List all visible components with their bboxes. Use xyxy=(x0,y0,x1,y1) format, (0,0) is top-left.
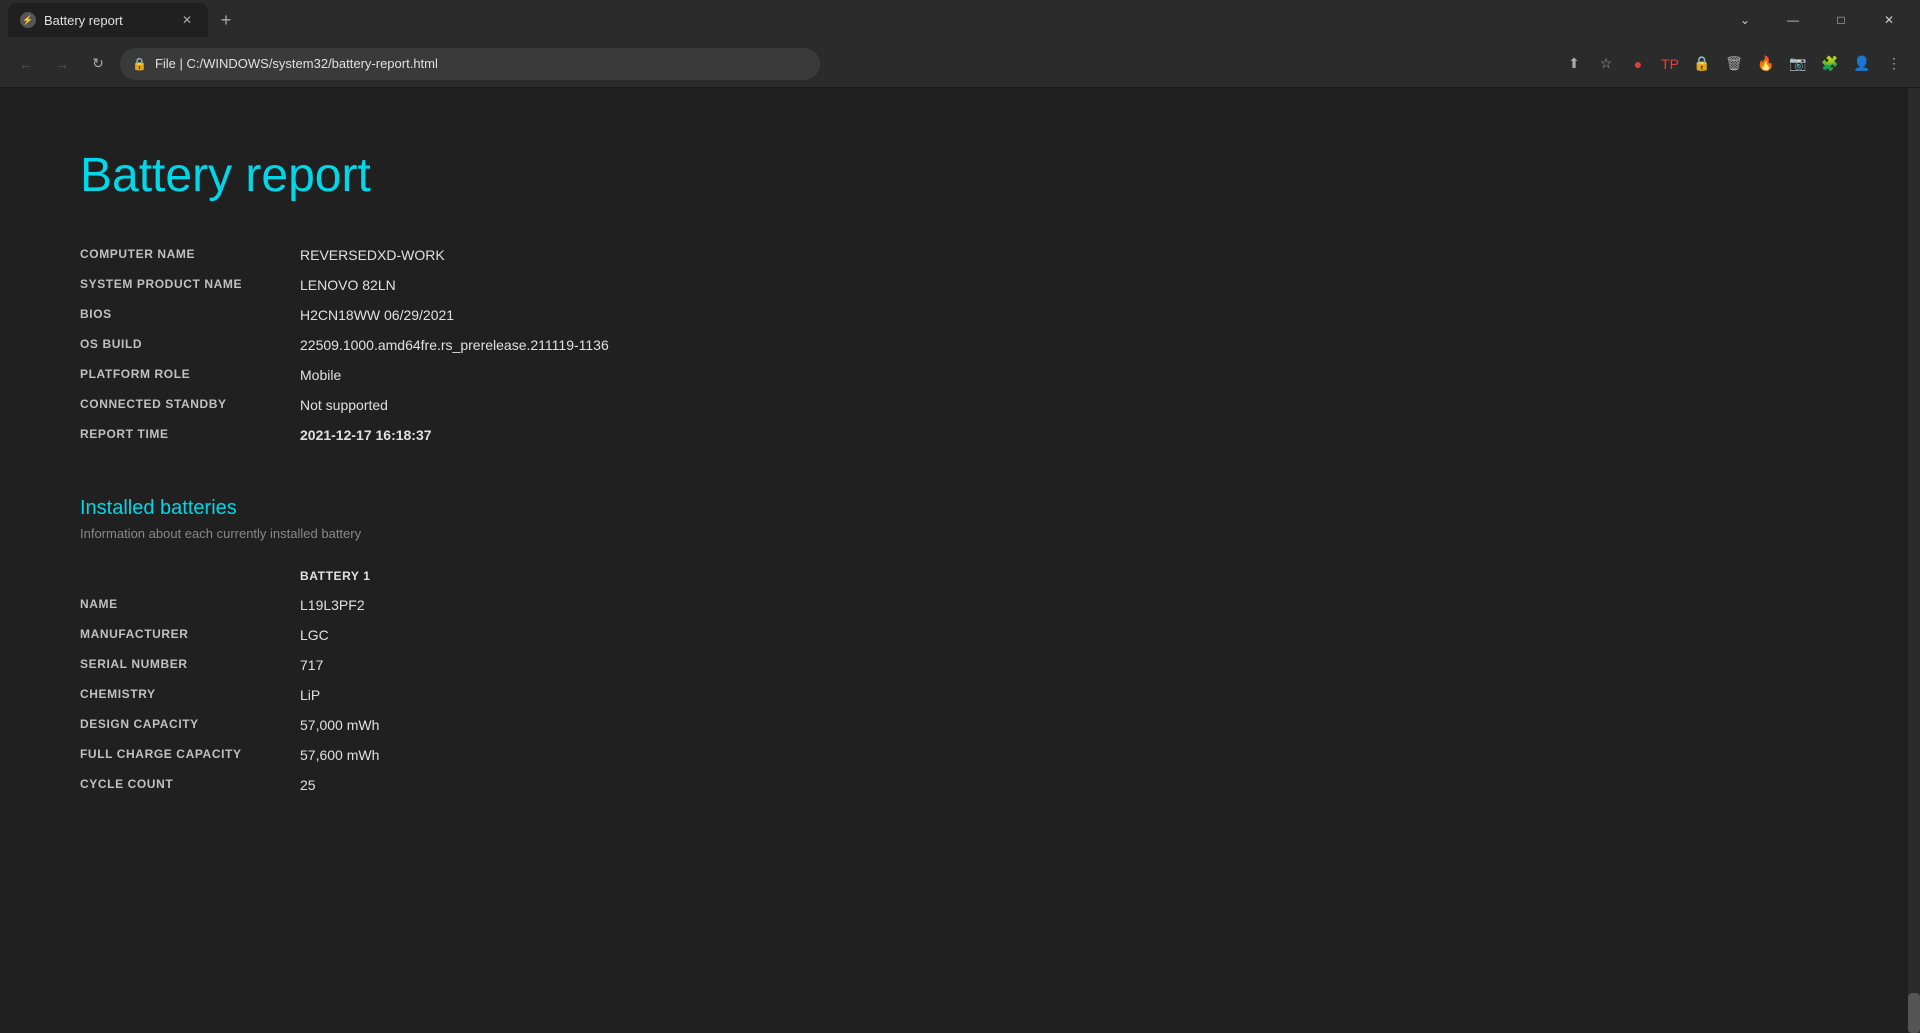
installed-batteries-section: Installed batteries Information about ea… xyxy=(80,497,1840,797)
tab-close-button[interactable]: ✕ xyxy=(178,11,196,29)
os-build-value: 22509.1000.amd64fre.rs_prerelease.211119… xyxy=(300,333,880,357)
page-title: Battery report xyxy=(80,148,1840,203)
computer-name-value: REVERSEDXD-WORK xyxy=(300,243,880,267)
installed-batteries-subtitle: Information about each currently install… xyxy=(80,526,1840,541)
battery-manufacturer-value: LGC xyxy=(300,623,400,647)
battery-1-header: BATTERY 1 xyxy=(300,565,400,587)
installed-batteries-title: Installed batteries xyxy=(80,497,1840,520)
battery-header-spacer xyxy=(80,565,300,587)
ext-6-icon[interactable]: 📷 xyxy=(1784,50,1812,78)
connected-standby-label: CONNECTED STANDBY xyxy=(80,393,300,417)
maximize-button[interactable]: □ xyxy=(1818,4,1864,36)
ext-3-icon[interactable]: 🔒 xyxy=(1688,50,1716,78)
battery-full-charge-label: FULL CHARGE CAPACITY xyxy=(80,743,300,767)
system-info-table: COMPUTER NAME REVERSEDXD-WORK SYSTEM PRO… xyxy=(80,243,880,447)
battery-name-label: NAME xyxy=(80,593,300,617)
ext-2-icon[interactable]: TP xyxy=(1656,50,1684,78)
browser-titlebar: ⚡ Battery report ✕ + ⌄ — □ ✕ xyxy=(0,0,1920,40)
os-build-label: OS BUILD xyxy=(80,333,300,357)
profile-icon[interactable]: 👤 xyxy=(1848,50,1876,78)
active-tab[interactable]: ⚡ Battery report ✕ xyxy=(8,3,208,37)
ext-5-icon[interactable]: 🔥 xyxy=(1752,50,1780,78)
close-button[interactable]: ✕ xyxy=(1866,4,1912,36)
page-content: Battery report COMPUTER NAME REVERSEDXD-… xyxy=(0,88,1920,1033)
settings-icon[interactable]: ⋮ xyxy=(1880,50,1908,78)
address-bar[interactable]: 🔒 File | C:/WINDOWS/system32/battery-rep… xyxy=(120,48,820,80)
lock-icon: 🔒 xyxy=(132,57,147,71)
new-tab-button[interactable]: + xyxy=(212,6,240,34)
battery-serial-label: SERIAL NUMBER xyxy=(80,653,300,677)
battery-chemistry-label: CHEMISTRY xyxy=(80,683,300,707)
tab-bar: ⚡ Battery report ✕ + xyxy=(8,0,1722,40)
favorites-icon[interactable]: ☆ xyxy=(1592,50,1620,78)
battery-design-capacity-value: 57,000 mWh xyxy=(300,713,400,737)
battery-cycle-count-label: CYCLE COUNT xyxy=(80,773,300,797)
bios-value: H2CN18WW 06/29/2021 xyxy=(300,303,880,327)
scrollbar[interactable] xyxy=(1908,88,1920,1033)
battery-cycle-count-value: 25 xyxy=(300,773,400,797)
battery-manufacturer-label: MANUFACTURER xyxy=(80,623,300,647)
battery-design-capacity-label: DESIGN CAPACITY xyxy=(80,713,300,737)
platform-role-label: PLATFORM ROLE xyxy=(80,363,300,387)
extensions-icon[interactable]: 🧩 xyxy=(1816,50,1844,78)
window-controls: ⌄ — □ ✕ xyxy=(1722,4,1912,36)
battery-chemistry-value: LiP xyxy=(300,683,400,707)
refresh-button[interactable]: ↻ xyxy=(84,50,112,78)
forward-button[interactable]: → xyxy=(48,50,76,78)
tab-strip-overflow[interactable]: ⌄ xyxy=(1722,4,1768,36)
battery-full-charge-value: 57,600 mWh xyxy=(300,743,400,767)
browser-toolbar: ⬆ ☆ ● TP 🔒 🗑 🔥 📷 🧩 👤 ⋮ xyxy=(1560,50,1908,78)
tab-favicon: ⚡ xyxy=(20,12,36,28)
product-name-value: LENOVO 82LN xyxy=(300,273,880,297)
computer-name-label: COMPUTER NAME xyxy=(80,243,300,267)
battery-serial-value: 717 xyxy=(300,653,400,677)
url-text: File | C:/WINDOWS/system32/battery-repor… xyxy=(155,56,808,71)
share-icon[interactable]: ⬆ xyxy=(1560,50,1588,78)
product-name-label: SYSTEM PRODUCT NAME xyxy=(80,273,300,297)
battery-table: BATTERY 1 NAME L19L3PF2 MANUFACTURER LGC… xyxy=(80,565,880,797)
back-button[interactable]: ← xyxy=(12,50,40,78)
platform-role-value: Mobile xyxy=(300,363,880,387)
ext-1-icon[interactable]: ● xyxy=(1624,50,1652,78)
battery-name-value: L19L3PF2 xyxy=(300,593,400,617)
minimize-button[interactable]: — xyxy=(1770,4,1816,36)
report-time-label: REPORT TIME xyxy=(80,423,300,447)
ext-4-icon[interactable]: 🗑 xyxy=(1720,50,1748,78)
report-time-value: 2021-12-17 16:18:37 xyxy=(300,423,880,447)
connected-standby-value: Not supported xyxy=(300,393,880,417)
scrollbar-thumb[interactable] xyxy=(1908,993,1920,1033)
address-bar-row: ← → ↻ 🔒 File | C:/WINDOWS/system32/batte… xyxy=(0,40,1920,88)
bios-label: BIOS xyxy=(80,303,300,327)
tab-title: Battery report xyxy=(44,13,170,28)
